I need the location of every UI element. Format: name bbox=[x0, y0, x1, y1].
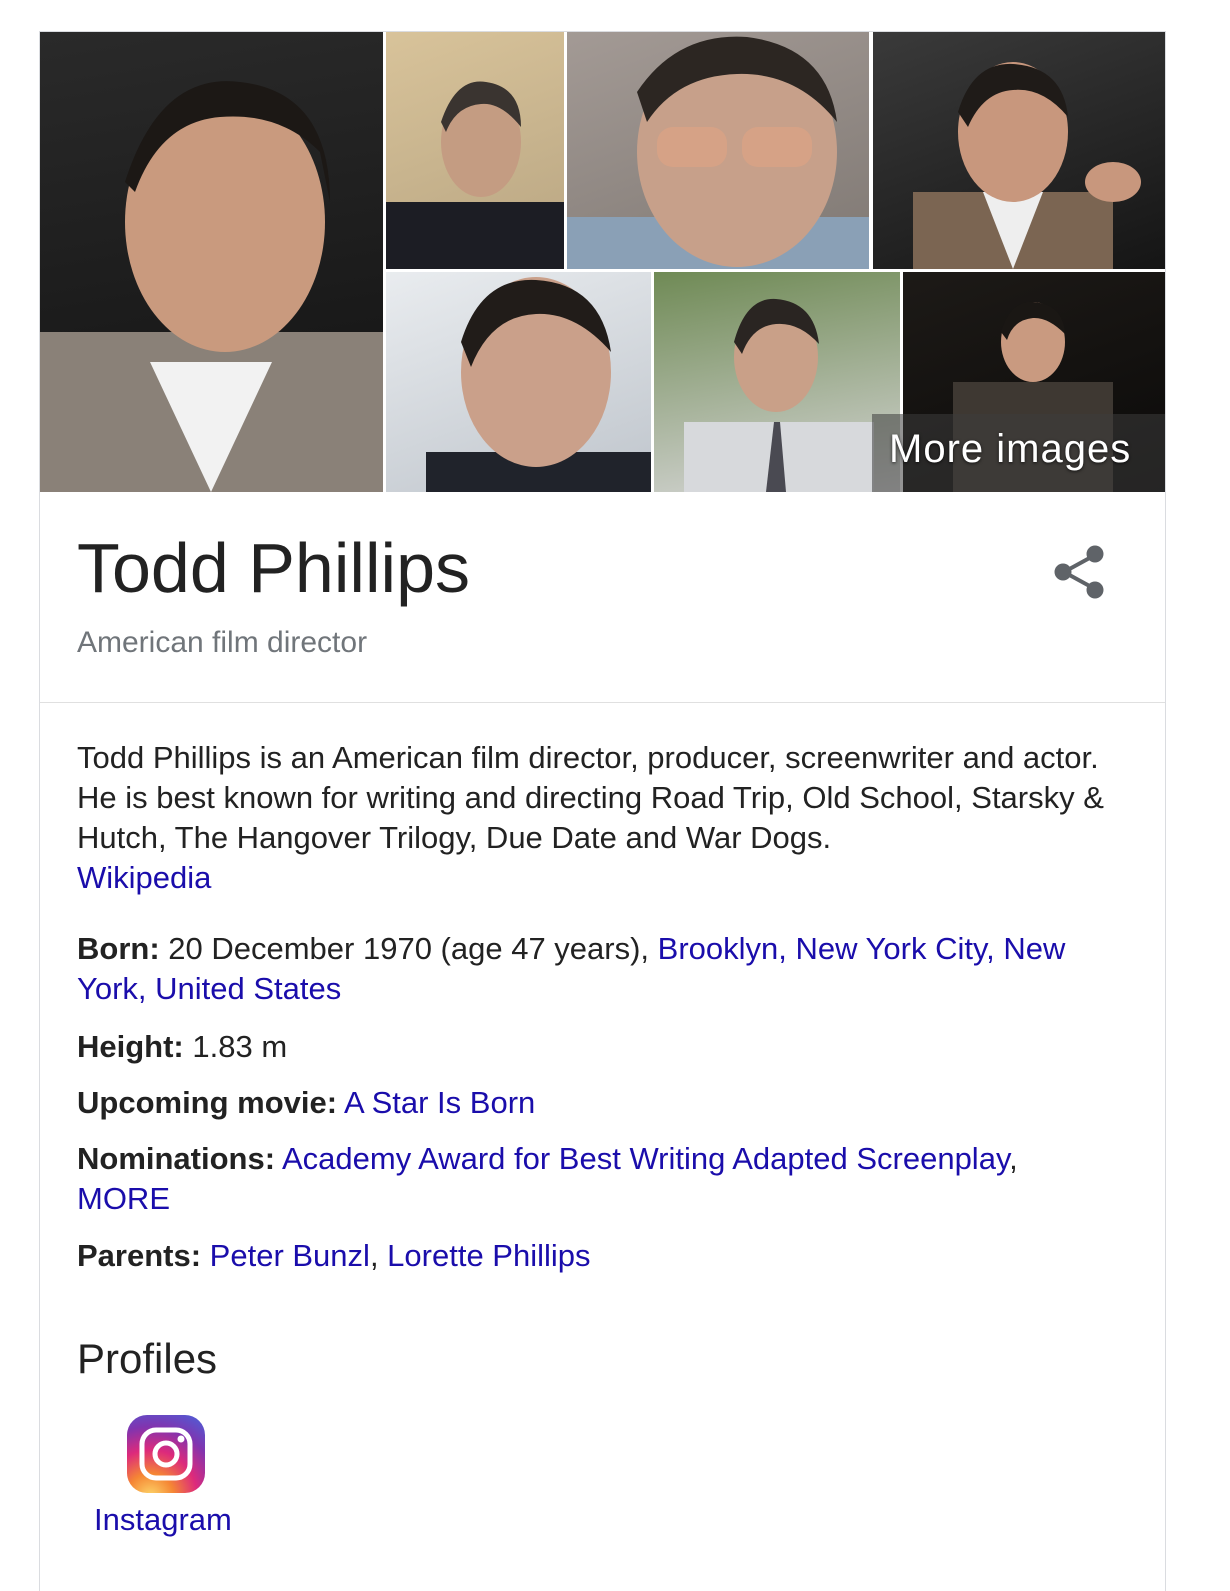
image-grid: More images bbox=[40, 32, 1165, 492]
fact-label-nominations: Nominations: bbox=[77, 1141, 276, 1176]
nominations-separator: , bbox=[1009, 1141, 1018, 1176]
knowledge-panel: More images Todd Phillips American film … bbox=[39, 31, 1166, 1591]
instagram-icon[interactable] bbox=[126, 1414, 206, 1494]
description-text: Todd Phillips is an American film direct… bbox=[77, 740, 1104, 855]
nominations-more-link[interactable]: MORE bbox=[77, 1181, 170, 1216]
fact-height: Height: 1.83 m bbox=[77, 1027, 1127, 1067]
fact-upcoming-movie: Upcoming movie: A Star Is Born bbox=[77, 1083, 1127, 1123]
fact-label-upcoming: Upcoming movie: bbox=[77, 1085, 338, 1120]
wikipedia-link[interactable]: Wikipedia bbox=[77, 860, 211, 895]
fact-label-height: Height: bbox=[77, 1029, 184, 1064]
instagram-link[interactable]: Instagram bbox=[94, 1502, 232, 1538]
fact-label-born: Born: bbox=[77, 931, 160, 966]
share-button[interactable] bbox=[1052, 543, 1106, 601]
fact-nominations: Nominations: Academy Award for Best Writ… bbox=[77, 1139, 1127, 1219]
fact-parents: Parents: Peter Bunzl, Lorette Phillips bbox=[77, 1236, 1127, 1276]
photo-2[interactable] bbox=[386, 32, 564, 269]
nomination-link[interactable]: Academy Award for Best Writing Adapted S… bbox=[282, 1141, 1009, 1176]
fact-born: Born: 20 December 1970 (age 47 years), B… bbox=[77, 929, 1127, 1009]
upcoming-movie-link[interactable]: A Star Is Born bbox=[344, 1085, 535, 1120]
entity-subtitle: American film director bbox=[77, 626, 368, 659]
photo-6[interactable] bbox=[654, 272, 900, 492]
photo-4[interactable] bbox=[873, 32, 1165, 269]
parent-link-2[interactable]: Lorette Phillips bbox=[387, 1238, 590, 1273]
description: Todd Phillips is an American film direct… bbox=[77, 738, 1117, 898]
photo-5[interactable] bbox=[386, 272, 651, 492]
photo-3[interactable] bbox=[567, 32, 869, 269]
profiles-heading: Profiles bbox=[77, 1335, 218, 1382]
share-icon bbox=[1054, 545, 1104, 599]
photo-main[interactable] bbox=[40, 32, 383, 492]
parents-separator: , bbox=[369, 1238, 388, 1273]
parent-link-1[interactable]: Peter Bunzl bbox=[210, 1238, 370, 1273]
fact-value-height: 1.83 m bbox=[183, 1029, 288, 1064]
fact-value-born: 20 December 1970 (age 47 years), bbox=[159, 931, 658, 966]
entity-title: Todd Phillips bbox=[77, 529, 470, 607]
fact-label-parents: Parents: bbox=[77, 1238, 202, 1273]
more-images-link[interactable]: More images bbox=[889, 427, 1131, 472]
section-divider bbox=[40, 702, 1165, 703]
